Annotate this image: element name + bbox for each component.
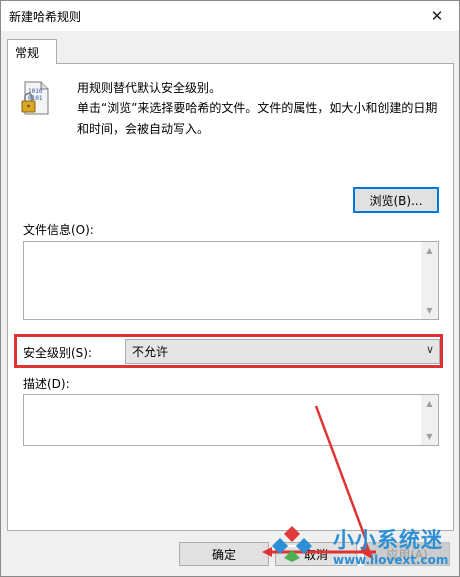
window-title: 新建哈希规则	[9, 10, 82, 24]
scroll-up-icon[interactable]: ▲	[421, 242, 438, 259]
close-icon[interactable]: ✕	[415, 1, 459, 31]
file-info-scrollbar[interactable]: ▲ ▼	[421, 242, 438, 319]
intro-heading: 用规则替代默认安全级别。	[77, 81, 222, 95]
watermark-name: 小小系统迷	[333, 528, 443, 552]
scroll-up-icon[interactable]: ▲	[421, 395, 438, 412]
scroll-down-icon[interactable]: ▼	[421, 428, 438, 445]
tab-general[interactable]: 常规	[7, 39, 57, 64]
scroll-down-icon[interactable]: ▼	[421, 302, 438, 319]
description-field[interactable]: ▲ ▼	[23, 394, 439, 446]
new-hash-rule-dialog: 新建哈希规则 ✕ 常规 1010 0101 用规则替代默认安全级别。 单击“浏览…	[0, 0, 460, 577]
chevron-down-icon: ∨	[425, 343, 434, 356]
description-scrollbar[interactable]: ▲ ▼	[421, 395, 438, 445]
security-level-select[interactable]: 不允许 ∨	[125, 339, 440, 364]
description-label: 描述(D):	[23, 377, 70, 391]
security-level-label: 安全级别(S):	[23, 346, 93, 360]
watermark-logo-icon	[272, 526, 312, 562]
title-bar: 新建哈希规则 ✕	[1, 1, 459, 31]
hash-file-icon: 1010 0101	[21, 81, 49, 115]
browse-button[interactable]: 浏览(B)...	[353, 187, 439, 213]
watermark-url: www.ilovext.com	[333, 553, 449, 567]
security-level-value: 不允许	[132, 345, 169, 359]
file-info-label: 文件信息(O):	[23, 223, 94, 237]
intro-description: 单击“浏览”来选择要哈希的文件。文件的属性，如大小和创建的日期和时间，会被自动写…	[77, 101, 438, 136]
file-info-field[interactable]: ▲ ▼	[23, 241, 439, 320]
ok-button[interactable]: 确定	[179, 542, 269, 566]
